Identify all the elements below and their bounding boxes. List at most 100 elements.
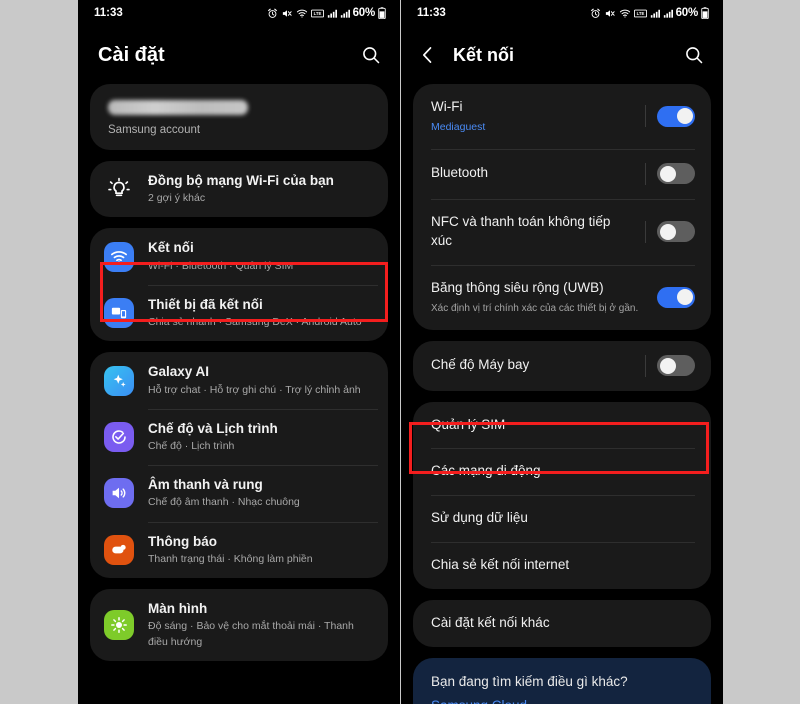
bluetooth-label: Bluetooth (431, 165, 489, 181)
connections-list: Wi-Fi Mediaguest Bluetooth NFC và thanh … (401, 84, 723, 704)
bluetooth-row[interactable]: Bluetooth (413, 148, 711, 199)
svg-text:LTE: LTE (636, 11, 644, 16)
more-connection-settings-label: Cài đặt kết nối khác (431, 615, 550, 631)
sidebar-item-sounds-vibration[interactable]: Âm thanh và rung Chế độ âm thanh · Nhạc … (90, 465, 388, 521)
promo-card[interactable]: Bạn đang tìm kiếm điều gì khác? Samsung … (413, 658, 711, 704)
signal-icon (650, 9, 660, 18)
wifi-icon (104, 241, 134, 272)
wifi-row[interactable]: Wi-Fi Mediaguest (413, 84, 711, 149)
page-title: Kết nối (453, 44, 514, 65)
item-subtitle: Chế độ âm thanh · Nhạc chuông (148, 496, 300, 509)
tip-row[interactable]: Đồng bộ mạng Wi-Fi của bạn 2 gợi ý khác (90, 161, 388, 217)
item-subtitle: Thanh trạng thái · Không làm phiền (148, 552, 313, 565)
account-row[interactable]: Samsung account (90, 84, 388, 150)
airplane-label: Chế độ Máy bay (431, 357, 530, 373)
tethering-label: Chia sẻ kết nối internet (431, 557, 570, 573)
status-icons: LTE 60% (267, 7, 386, 19)
item-title: Thông báo (148, 533, 217, 549)
item-subtitle: Độ sáng · Bảo vệ cho mắt thoải mái · Tha… (148, 620, 354, 648)
data-usage-label: Sử dụng dữ liệu (431, 510, 528, 526)
volte-icon: LTE (310, 9, 324, 17)
sidebar-item-galaxy-ai[interactable]: Galaxy AI Hỗ trợ chat · Hỗ trợ ghi chú ·… (90, 352, 388, 408)
status-time: 11:33 (94, 7, 123, 19)
notification-icon (104, 534, 134, 565)
status-bar: 11:33 LTE 60% (401, 0, 723, 26)
tip-subtitle: 2 gợi ý khác (148, 192, 206, 205)
airplane-toggle[interactable] (657, 355, 695, 377)
uwb-toggle[interactable] (657, 286, 695, 308)
account-name-redacted (108, 100, 248, 115)
airplane-mode-row[interactable]: Chế độ Máy bay (413, 341, 711, 391)
divider (645, 162, 646, 185)
connections-text: Kết nối Wi-Fi · Bluetooth · Quản lý SIM (148, 239, 293, 273)
page-title: Cài đặt (98, 43, 165, 66)
check-circle-icon (104, 421, 134, 452)
signal-icon (340, 9, 350, 18)
mobile-networks-label: Các mạng di động (431, 463, 541, 479)
tethering-row[interactable]: Chia sẻ kết nối internet (413, 542, 711, 589)
mute-icon (605, 9, 615, 17)
search-icon[interactable] (356, 40, 386, 70)
tip-title: Đồng bộ mạng Wi-Fi của bạn (148, 173, 334, 188)
sim-manager-label: Quản lý SIM (431, 416, 506, 432)
modes-routines-text: Chế độ và Lịch trình Chế độ · Lịch trình (148, 420, 278, 454)
sidebar-item-modes-routines[interactable]: Chế độ và Lịch trình Chế độ · Lịch trình (90, 408, 388, 465)
item-subtitle: Chế độ · Lịch trình (148, 439, 235, 452)
toggle-knob (676, 289, 693, 306)
back-icon[interactable] (413, 40, 443, 70)
status-bar: 11:33 LTE 60% (78, 0, 400, 26)
sidebar-item-display[interactable]: Màn hình Độ sáng · Bảo vệ cho mắt thoải … (90, 589, 388, 661)
item-title: Galaxy AI (148, 364, 210, 380)
bulb-icon (104, 174, 134, 204)
more-connection-settings-row[interactable]: Cài đặt kết nối khác (413, 600, 711, 647)
bluetooth-toggle[interactable] (657, 163, 695, 185)
networks-card: Quản lý SIM Các mạng di động Sử dụng dữ … (413, 401, 711, 590)
connections-screen: 11:33 LTE 60% Kết nối Wi-Fi Mediaguest B… (401, 0, 723, 704)
promo-title: Bạn đang tìm kiếm điều gì khác? (431, 674, 628, 690)
uwb-toggle-wrap (657, 286, 695, 308)
features-group-card: Galaxy AI Hỗ trợ chat · Hỗ trợ ghi chú ·… (90, 352, 388, 579)
toggle-knob (659, 357, 676, 374)
settings-app-bar: Cài đặt (78, 26, 400, 84)
wifi-sync-tip-card[interactable]: Đồng bộ mạng Wi-Fi của bạn 2 gợi ý khác (90, 161, 388, 218)
mobile-networks-row[interactable]: Các mạng di động (413, 448, 711, 495)
divider (645, 354, 646, 377)
nfc-row[interactable]: NFC và thanh toán không tiếp xúc (413, 198, 711, 265)
wifi-icon (619, 9, 630, 18)
galaxy-ai-text: Galaxy AI Hỗ trợ chat · Hỗ trợ ghi chú ·… (148, 363, 361, 397)
airplane-card: Chế độ Máy bay (413, 340, 711, 391)
mute-icon (282, 9, 292, 17)
toggle-knob (659, 223, 676, 240)
account-subtitle: Samsung account (108, 124, 201, 136)
signal-icon (663, 9, 673, 18)
battery-icon (701, 7, 709, 19)
wifi-icon (296, 9, 307, 18)
data-usage-row[interactable]: Sử dụng dữ liệu (413, 495, 711, 542)
item-title: Chế độ và Lịch trình (148, 420, 278, 436)
settings-list: Samsung account Đồng bộ mạng Wi-Fi của b… (78, 84, 400, 661)
divider (645, 105, 646, 128)
svg-text:LTE: LTE (313, 11, 321, 16)
uwb-text: Băng thông siêu rộng (UWB) Xác định vị t… (431, 279, 638, 316)
sim-manager-row[interactable]: Quản lý SIM (413, 402, 711, 449)
item-title: Thiết bị đã kết nối (148, 296, 263, 312)
alarm-icon (590, 8, 600, 18)
search-icon[interactable] (679, 40, 709, 70)
account-card[interactable]: Samsung account (90, 84, 388, 150)
nfc-toggle[interactable] (657, 221, 695, 243)
uwb-row[interactable]: Băng thông siêu rộng (UWB) Xác định vị t… (413, 264, 711, 330)
wifi-toggle[interactable] (657, 105, 695, 127)
speaker-icon (104, 478, 134, 509)
notifications-text: Thông báo Thanh trạng thái · Không làm p… (148, 533, 313, 567)
bluetooth-toggle-wrap (645, 162, 695, 185)
connections-group-card: Kết nối Wi-Fi · Bluetooth · Quản lý SIM … (90, 228, 388, 342)
sidebar-item-connections[interactable]: Kết nối Wi-Fi · Bluetooth · Quản lý SIM (90, 228, 388, 284)
nfc-text: NFC và thanh toán không tiếp xúc (431, 213, 635, 251)
sidebar-item-connected-devices[interactable]: Thiết bị đã kết nối Chia sẻ nhanh · Sams… (90, 284, 388, 341)
other-settings-card: Cài đặt kết nối khác (413, 600, 711, 648)
promo-link[interactable]: Samsung Cloud (431, 698, 693, 704)
item-subtitle: Wi-Fi · Bluetooth · Quản lý SIM (148, 259, 294, 272)
airplane-toggle-wrap (645, 354, 695, 377)
connected-devices-text: Thiết bị đã kết nối Chia sẻ nhanh · Sams… (148, 296, 362, 330)
sidebar-item-notifications[interactable]: Thông báo Thanh trạng thái · Không làm p… (90, 521, 388, 578)
